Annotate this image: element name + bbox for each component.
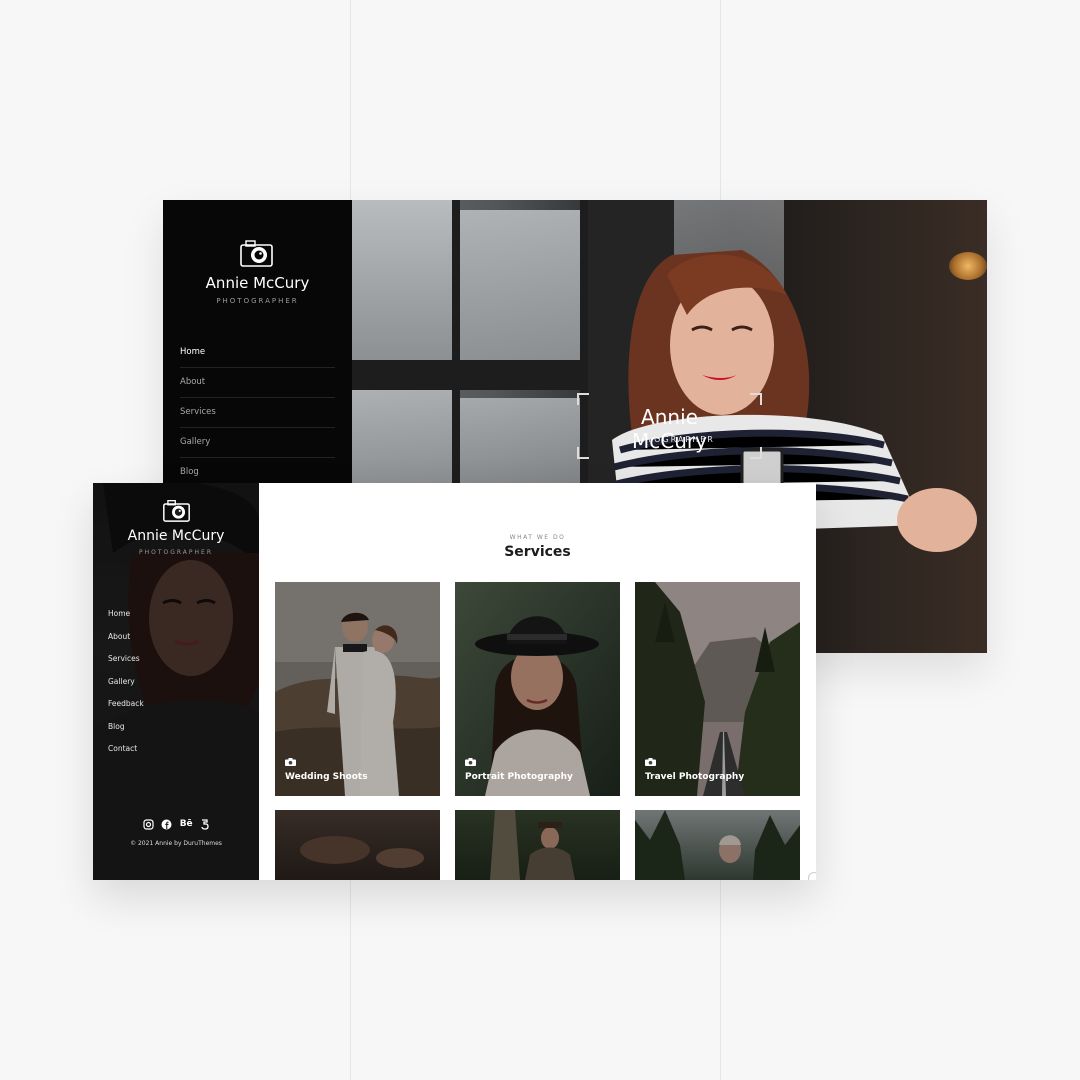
- service-card-travel[interactable]: Travel Photography: [635, 582, 800, 796]
- nav-item-gallery[interactable]: Gallery: [180, 428, 335, 458]
- back-nav: Home About Services Gallery Blog: [180, 338, 335, 488]
- behance-icon[interactable]: Bē: [180, 819, 193, 830]
- hero-subtitle: PHOTOGRAPHER: [624, 435, 715, 444]
- nav-item-about[interactable]: About: [108, 626, 144, 649]
- service-card-label: Wedding Shoots: [285, 772, 368, 782]
- brand-tagline: PHOTOGRAPHER: [138, 549, 213, 556]
- front-nav: Home About Services Gallery Feedback Blo…: [108, 603, 144, 761]
- frame-corner: [577, 393, 589, 405]
- frame-corner: [750, 393, 762, 405]
- nav-item-feedback[interactable]: Feedback: [108, 693, 144, 716]
- facebook-icon[interactable]: [161, 819, 172, 830]
- service-card-label: Portrait Photography: [465, 772, 573, 782]
- nav-item-services[interactable]: Services: [108, 648, 144, 671]
- window-pane: [352, 200, 452, 360]
- camera-logo-icon: [240, 240, 273, 267]
- section-eyebrow: WHAT WE DO: [509, 534, 566, 541]
- nav-item-about[interactable]: About: [180, 368, 335, 398]
- service-card-partial[interactable]: [455, 810, 620, 880]
- section-title: Services: [504, 544, 571, 560]
- fashion-photo: [455, 810, 620, 880]
- nav-item-gallery[interactable]: Gallery: [108, 671, 144, 694]
- hero-title: Annie McCury: [632, 405, 707, 453]
- service-card-portrait[interactable]: Portrait Photography: [455, 582, 620, 796]
- window-frame: [352, 360, 588, 390]
- social-links: Bē: [143, 819, 209, 830]
- travel-photo: [635, 582, 800, 796]
- brand-name[interactable]: Annie McCury: [93, 528, 259, 544]
- service-card-wedding[interactable]: Wedding Shoots: [275, 582, 440, 796]
- brand-name[interactable]: Annie McCury: [163, 274, 352, 292]
- forest-photo: [635, 810, 800, 880]
- instagram-icon[interactable]: [143, 819, 154, 830]
- camera-icon: [285, 758, 296, 766]
- 500px-icon[interactable]: [200, 819, 209, 830]
- nav-item-services[interactable]: Services: [180, 398, 335, 428]
- frame-corner: [577, 447, 589, 459]
- services-section: WHAT WE DO Services Wedding Shoots Portr…: [259, 483, 816, 880]
- nav-item-contact[interactable]: Contact: [108, 738, 144, 761]
- camera-icon: [465, 758, 476, 766]
- nav-item-blog[interactable]: Blog: [108, 716, 144, 739]
- portrait-photo: [455, 582, 620, 796]
- wedding-photo: [275, 582, 440, 796]
- front-sidebar: Annie McCury PHOTOGRAPHER Home About Ser…: [93, 483, 259, 880]
- service-card-partial[interactable]: [635, 810, 800, 880]
- service-card-partial[interactable]: [275, 810, 440, 880]
- copyright-text: © 2021 Annie by DuruThemes: [130, 840, 222, 847]
- service-card-label: Travel Photography: [645, 772, 745, 782]
- food-photo: [275, 810, 440, 880]
- camera-logo-icon: [163, 500, 190, 522]
- scroll-to-top-button[interactable]: [808, 872, 816, 880]
- camera-icon: [645, 758, 656, 766]
- nav-item-home[interactable]: Home: [108, 603, 144, 626]
- brand-tagline: PHOTOGRAPHER: [216, 297, 299, 305]
- nav-item-home[interactable]: Home: [180, 338, 335, 368]
- frame-corner: [750, 447, 762, 459]
- services-preview: Annie McCury PHOTOGRAPHER Home About Ser…: [93, 483, 816, 880]
